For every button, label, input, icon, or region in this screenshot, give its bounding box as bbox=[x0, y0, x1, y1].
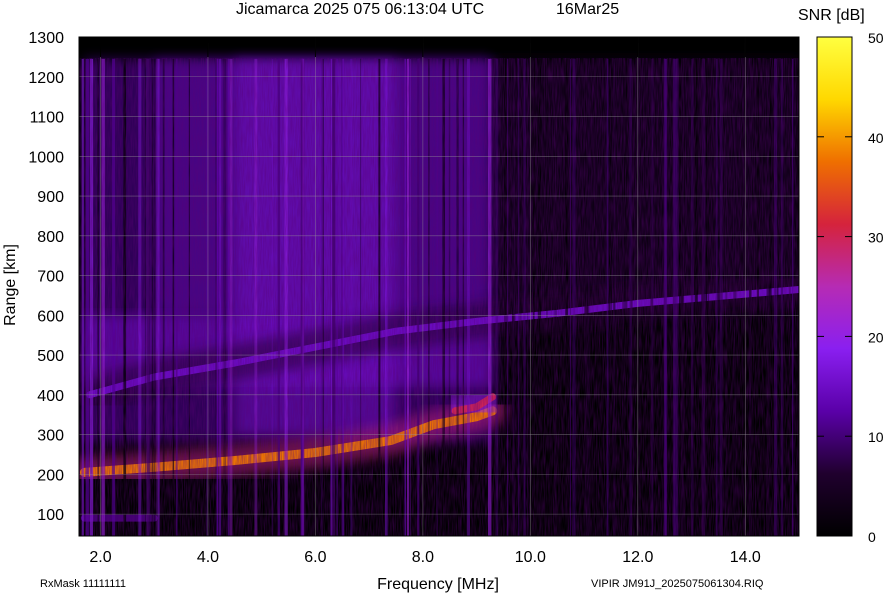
y-tick-label: 1200 bbox=[28, 70, 64, 87]
date-label: 16Mar25 bbox=[556, 1, 619, 18]
colorbar-tick-label: 0 bbox=[868, 529, 876, 545]
y-axis-label: Range [km] bbox=[2, 244, 19, 326]
y-tick-label: 1100 bbox=[30, 110, 65, 127]
x-tick-label: 2.0 bbox=[89, 549, 111, 566]
colorbar bbox=[816, 36, 853, 537]
y-tick-label: 500 bbox=[37, 348, 64, 365]
y-tick-label: 600 bbox=[37, 308, 64, 325]
file-label: VIPIR JM91J_2025075061304.RIQ bbox=[591, 578, 764, 590]
y-axis: 100 200 300 400 500 600 700 800 900 1000 1100 1200 1… bbox=[28, 30, 64, 524]
x-axis-label: Frequency [MHz] bbox=[377, 576, 499, 593]
y-tick-label: 1300 bbox=[28, 30, 64, 47]
colorbar-tick-label: 40 bbox=[868, 130, 884, 146]
colorbar-label: SNR [dB] bbox=[798, 7, 865, 24]
x-tick-label: 8.0 bbox=[412, 549, 434, 566]
x-tick-label: 12.0 bbox=[622, 549, 653, 566]
rxmask-label: RxMask 11111111 bbox=[40, 578, 126, 590]
y-tick-label: 1000 bbox=[28, 149, 64, 166]
y-tick-label: 900 bbox=[37, 189, 64, 206]
chart-title: Jicamarca 2025 075 06:13:04 UTC bbox=[236, 1, 484, 18]
x-tick-label: 14.0 bbox=[730, 549, 761, 566]
colorbar-tick-label: 20 bbox=[868, 329, 884, 345]
ionogram-chart: Jicamarca 2025 075 06:13:04 UTC 16Mar25 … bbox=[2, 1, 884, 593]
x-tick-label: 10.0 bbox=[515, 549, 546, 566]
x-tick-label: 4.0 bbox=[197, 549, 219, 566]
colorbar-tick-label: 10 bbox=[868, 429, 884, 445]
x-tick-label: 6.0 bbox=[304, 549, 326, 566]
colorbar-tick-label: 50 bbox=[868, 30, 884, 46]
colorbar-tick-label: 30 bbox=[868, 230, 884, 246]
y-tick-label: 100 bbox=[37, 507, 64, 524]
y-tick-label: 300 bbox=[37, 428, 64, 445]
noise-overlay bbox=[79, 58, 799, 536]
y-tick-label: 400 bbox=[37, 388, 64, 405]
y-tick-label: 200 bbox=[37, 467, 64, 484]
y-tick-label: 700 bbox=[37, 269, 64, 286]
y-tick-label: 800 bbox=[37, 229, 64, 246]
